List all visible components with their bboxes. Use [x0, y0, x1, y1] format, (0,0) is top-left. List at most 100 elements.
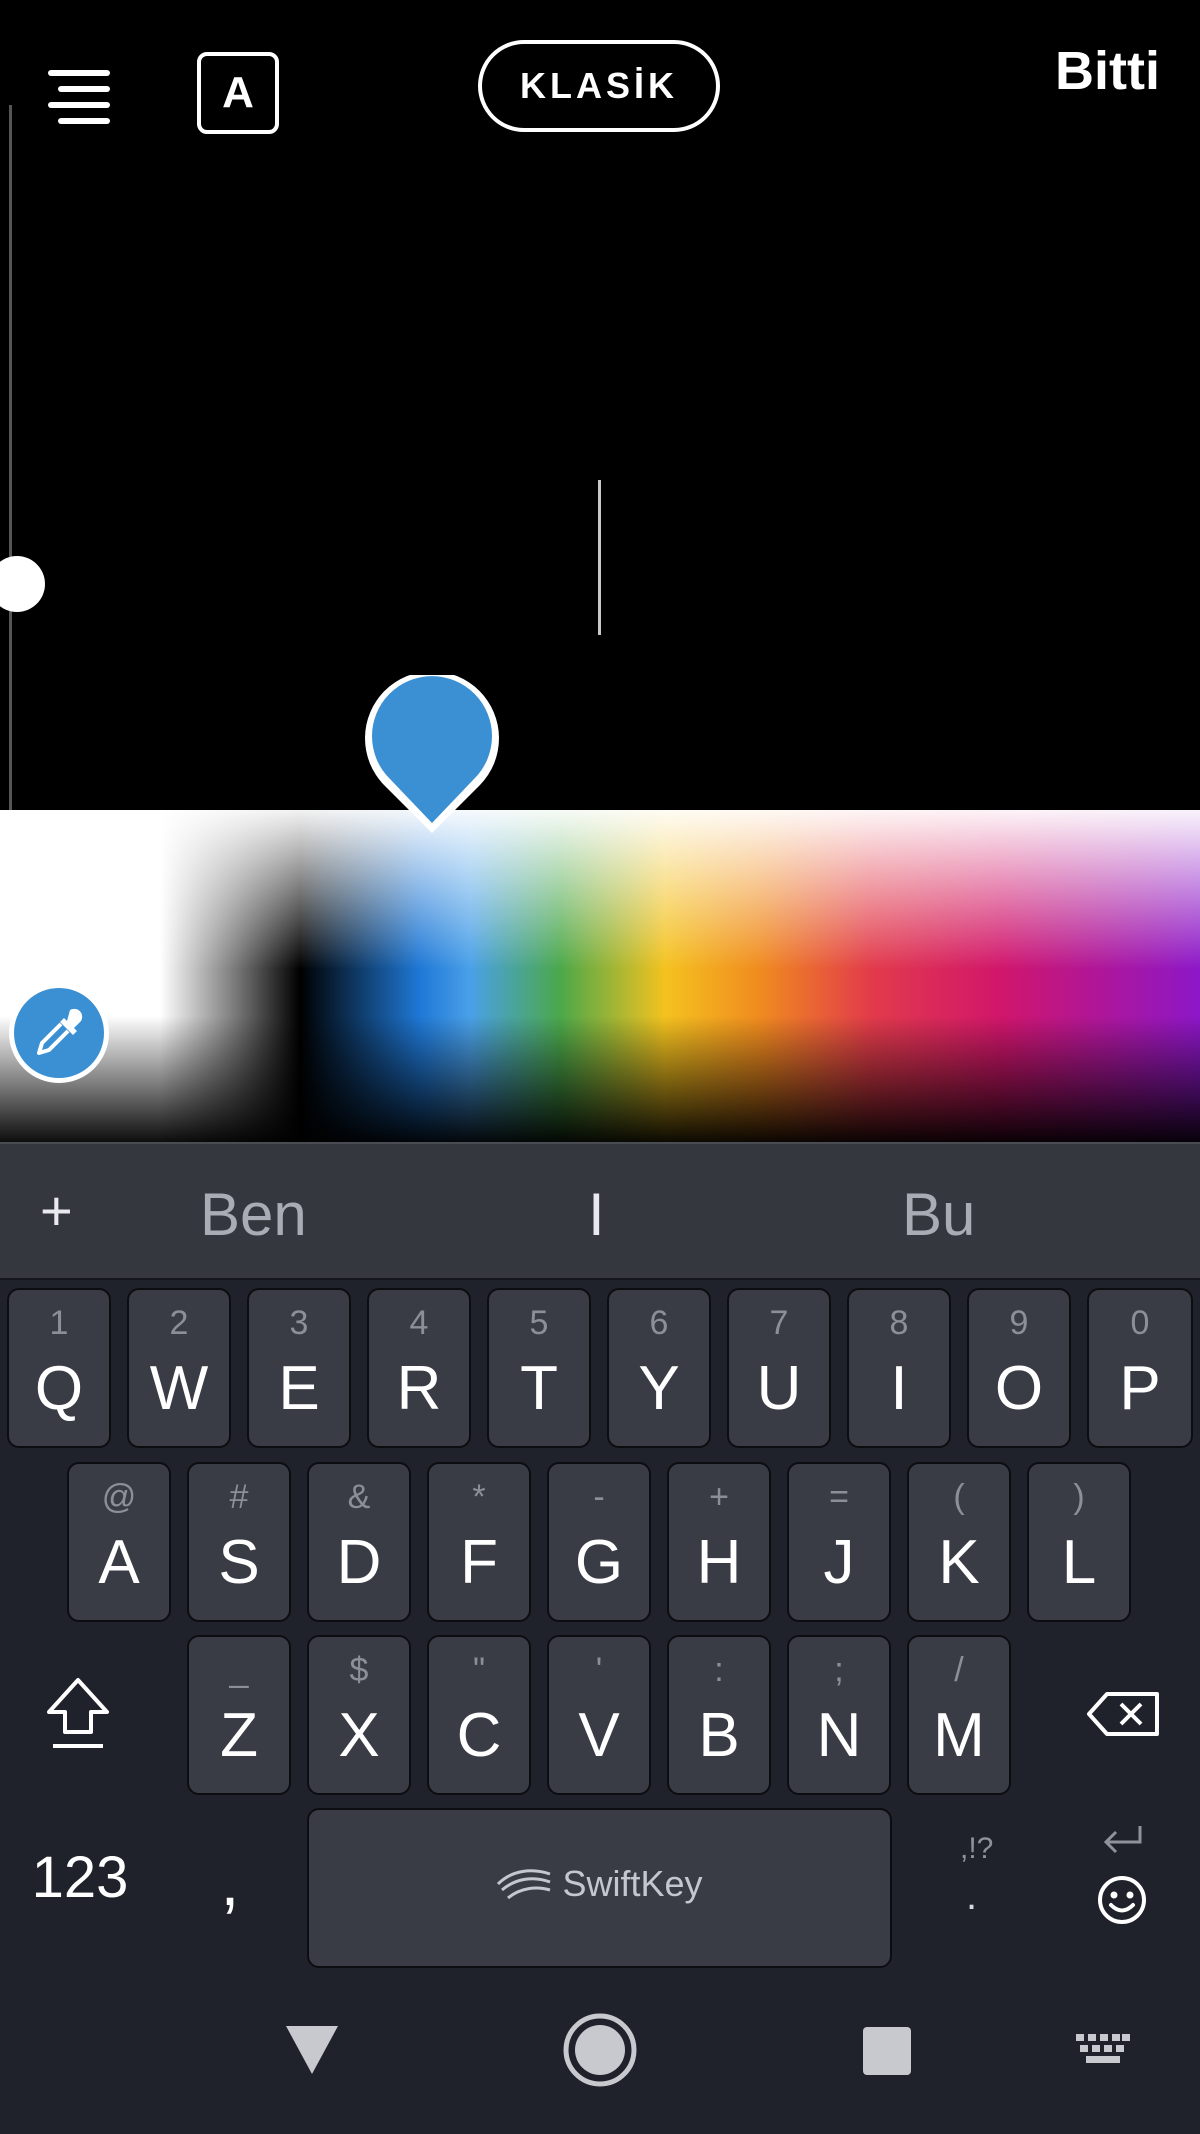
key-hint: $	[349, 1651, 369, 1689]
key-q[interactable]: 1Q	[7, 1288, 111, 1448]
key-label: O	[994, 1354, 1044, 1423]
key-l[interactable]: ) L	[1027, 1462, 1131, 1622]
key-hint: 2	[169, 1304, 189, 1342]
text-cursor	[598, 480, 601, 635]
key-n[interactable]: ; N	[787, 1635, 891, 1795]
key-hint: @	[101, 1478, 137, 1516]
key-label: C	[456, 1701, 502, 1770]
suggestion-2[interactable]: I	[588, 1180, 605, 1249]
key-label: Z	[220, 1701, 258, 1770]
key-m[interactable]: / M	[907, 1635, 1011, 1795]
key-j[interactable]: = J	[787, 1462, 891, 1622]
key-label: I	[890, 1354, 908, 1423]
key-r[interactable]: 4R	[367, 1288, 471, 1448]
key-label: B	[698, 1701, 740, 1770]
key-label: W	[149, 1354, 209, 1423]
home-circle-icon[interactable]	[562, 2012, 638, 2088]
key-o[interactable]: 9O	[967, 1288, 1071, 1448]
key-label: Q	[34, 1354, 84, 1423]
period-label: .	[966, 1874, 978, 1918]
menu-icon-line	[48, 102, 110, 108]
text-align-menu-button[interactable]	[48, 70, 110, 126]
emoji-icon	[1098, 1876, 1146, 1924]
toolbar-expand-plus-icon[interactable]: +	[40, 1178, 73, 1243]
key-g[interactable]: -G	[547, 1462, 651, 1622]
period-hint: ,!?	[960, 1832, 994, 1865]
key-s[interactable]: # S	[187, 1462, 291, 1622]
key-f[interactable]: * F	[427, 1462, 531, 1622]
done-button[interactable]: Bitti	[1055, 40, 1160, 102]
color-gradient-palette[interactable]	[0, 810, 1200, 1142]
key-x[interactable]: $ X	[307, 1635, 411, 1795]
key-hint: 0	[1130, 1304, 1150, 1342]
swiftkey-keyboard: + Ben I Bu 1Q 2W 3E 4R 5T 6Y 7U 8I 9O 0P…	[0, 1142, 1200, 1972]
key-label: P	[1119, 1354, 1161, 1423]
key-hint: '	[595, 1651, 603, 1689]
key-hint: +	[709, 1478, 729, 1516]
key-label: F	[460, 1528, 498, 1597]
key-label: U	[756, 1354, 802, 1423]
menu-icon-line	[58, 118, 110, 124]
key-hint: 8	[889, 1304, 909, 1342]
key-label: K	[938, 1528, 980, 1597]
key-hint: =	[829, 1478, 849, 1516]
shift-key[interactable]	[36, 1672, 120, 1756]
comma-key[interactable]: ,	[200, 1832, 260, 1932]
eyedropper-button[interactable]	[9, 983, 109, 1083]
key-hint: 7	[769, 1304, 789, 1342]
key-z[interactable]: _ Z	[187, 1635, 291, 1795]
key-hint: 9	[1009, 1304, 1029, 1342]
selected-color-pin[interactable]	[362, 675, 502, 837]
font-style-button[interactable]: KLASİK	[478, 40, 720, 132]
key-label: V	[578, 1701, 620, 1770]
suggestion-3[interactable]: Bu	[902, 1180, 975, 1249]
system-navigation-bar	[0, 1972, 1200, 2134]
backspace-icon	[1087, 1692, 1159, 1736]
text-size-slider[interactable]	[0, 105, 45, 910]
key-hint: ;	[834, 1651, 844, 1689]
key-hint: *	[472, 1478, 486, 1516]
key-d[interactable]: & D	[307, 1462, 411, 1622]
key-hint: 1	[49, 1304, 69, 1342]
period-key[interactable]: ,!? .	[940, 1832, 1010, 1942]
enter-emoji-key[interactable]	[1090, 1822, 1160, 1942]
key-hint: &	[347, 1478, 371, 1516]
key-hint: 6	[649, 1304, 669, 1342]
key-label: J	[823, 1528, 855, 1597]
swiftkey-logo-icon	[497, 1869, 551, 1900]
key-label: T	[520, 1354, 558, 1423]
key-label: X	[338, 1701, 380, 1770]
key-hint: (	[953, 1478, 965, 1516]
key-w[interactable]: 2W	[127, 1288, 231, 1448]
key-c[interactable]: " C	[427, 1635, 531, 1795]
key-label: G	[574, 1528, 624, 1597]
key-e[interactable]: 3E	[247, 1288, 351, 1448]
space-brand-label: SwiftKey	[562, 1863, 703, 1904]
numbers-key[interactable]: 123	[20, 1832, 140, 1922]
key-u[interactable]: 7U	[727, 1288, 831, 1448]
key-hint: "	[472, 1651, 486, 1689]
keyboard-icon[interactable]	[1076, 2034, 1130, 2068]
back-triangle-icon[interactable]	[284, 2024, 340, 2076]
key-v[interactable]: ' V	[547, 1635, 651, 1795]
space-key[interactable]: SwiftKey	[307, 1808, 892, 1968]
enter-icon	[1103, 1826, 1142, 1854]
backspace-key[interactable]	[1080, 1672, 1166, 1756]
key-a[interactable]: @ A	[67, 1462, 171, 1622]
key-i[interactable]: 8I	[847, 1288, 951, 1448]
key-k[interactable]: (K	[907, 1462, 1011, 1622]
recents-square-icon[interactable]	[862, 2026, 912, 2076]
key-label: Y	[638, 1354, 680, 1423]
text-size-slider-handle[interactable]	[0, 556, 45, 612]
text-background-toggle[interactable]: A	[197, 52, 279, 134]
suggestion-1[interactable]: Ben	[200, 1180, 307, 1249]
key-y[interactable]: 6Y	[607, 1288, 711, 1448]
key-b[interactable]: :B	[667, 1635, 771, 1795]
key-h[interactable]: + H	[667, 1462, 771, 1622]
key-label: L	[1061, 1528, 1097, 1597]
key-hint: 4	[409, 1304, 429, 1342]
eyedropper-icon	[37, 1008, 83, 1055]
key-hint: )	[1073, 1478, 1085, 1516]
key-p[interactable]: 0P	[1087, 1288, 1193, 1448]
key-t[interactable]: 5T	[487, 1288, 591, 1448]
